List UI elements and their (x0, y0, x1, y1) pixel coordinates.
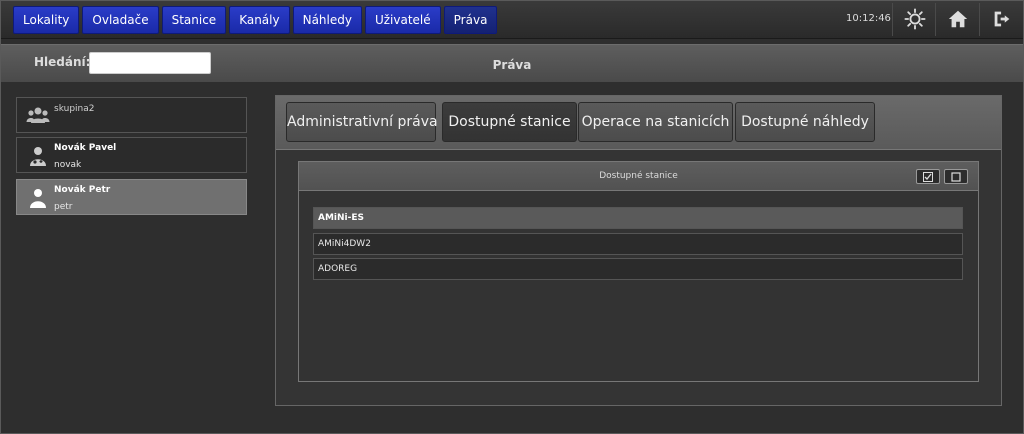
nav-ovladace[interactable]: Ovladače (82, 6, 159, 34)
group-name: skupina2 (54, 104, 95, 114)
user-icon (26, 186, 50, 210)
page-title: Práva (492, 58, 532, 72)
station-item[interactable]: AMiNi4DW2 (313, 233, 963, 255)
clock: 10:12:46 (846, 13, 891, 24)
divider (979, 3, 980, 36)
search-strip: Hledání: Práva (1, 44, 1023, 82)
logout-icon[interactable] (991, 8, 1013, 30)
tab-available-stations[interactable]: Dostupné stanice (442, 102, 577, 142)
user-name: Novák Petr (54, 185, 111, 195)
user-login: petr (54, 202, 73, 212)
top-bar: Lokality Ovladače Stanice Kanály Náhledy… (1, 1, 1023, 39)
user-login: novak (54, 160, 82, 170)
check-all-icon (923, 172, 933, 182)
nav-kanaly[interactable]: Kanály (229, 6, 290, 34)
uncheck-all-button[interactable] (944, 169, 968, 184)
nav-lokality[interactable]: Lokality (13, 6, 80, 34)
home-icon[interactable] (947, 8, 969, 30)
group-icon (26, 104, 50, 128)
divider (892, 3, 893, 36)
rights-panel: Administrativní práva Dostupné stanice O… (275, 95, 1002, 406)
nav-stanice[interactable]: Stanice (161, 6, 227, 34)
uncheck-all-icon (951, 172, 961, 182)
tab-station-operations[interactable]: Operace na stanicích (578, 102, 733, 142)
settings-icon[interactable] (904, 8, 926, 30)
nav-prava[interactable]: Práva (443, 6, 498, 34)
user-list-item[interactable]: Novák Pavel novak (16, 137, 247, 173)
divider (935, 3, 936, 36)
doctor-user-icon (26, 144, 50, 168)
tab-available-previews[interactable]: Dostupné náhledy (735, 102, 875, 142)
tab-bar: Administrativní práva Dostupné stanice O… (276, 96, 1001, 150)
stations-box: Dostupné stanice AMiNi-ES AMiNi4DW2 ADOR… (298, 161, 979, 382)
stations-box-header: Dostupné stanice (299, 162, 978, 191)
nav-uzivatele[interactable]: Uživatelé (364, 6, 441, 34)
station-item[interactable]: AMiNi-ES (313, 207, 963, 229)
user-name: Novák Pavel (54, 143, 117, 153)
stations-box-title: Dostupné stanice (599, 171, 678, 181)
station-item[interactable]: ADOREG (313, 258, 963, 280)
user-list-item[interactable]: skupina2 (16, 97, 247, 133)
main-nav: Lokality Ovladače Stanice Kanály Náhledy… (13, 6, 498, 34)
check-all-button[interactable] (916, 169, 940, 184)
nav-nahledy[interactable]: Náhledy (292, 6, 362, 34)
tab-admin-rights[interactable]: Administrativní práva (286, 102, 438, 142)
user-list-item[interactable]: Novák Petr petr (16, 179, 247, 215)
